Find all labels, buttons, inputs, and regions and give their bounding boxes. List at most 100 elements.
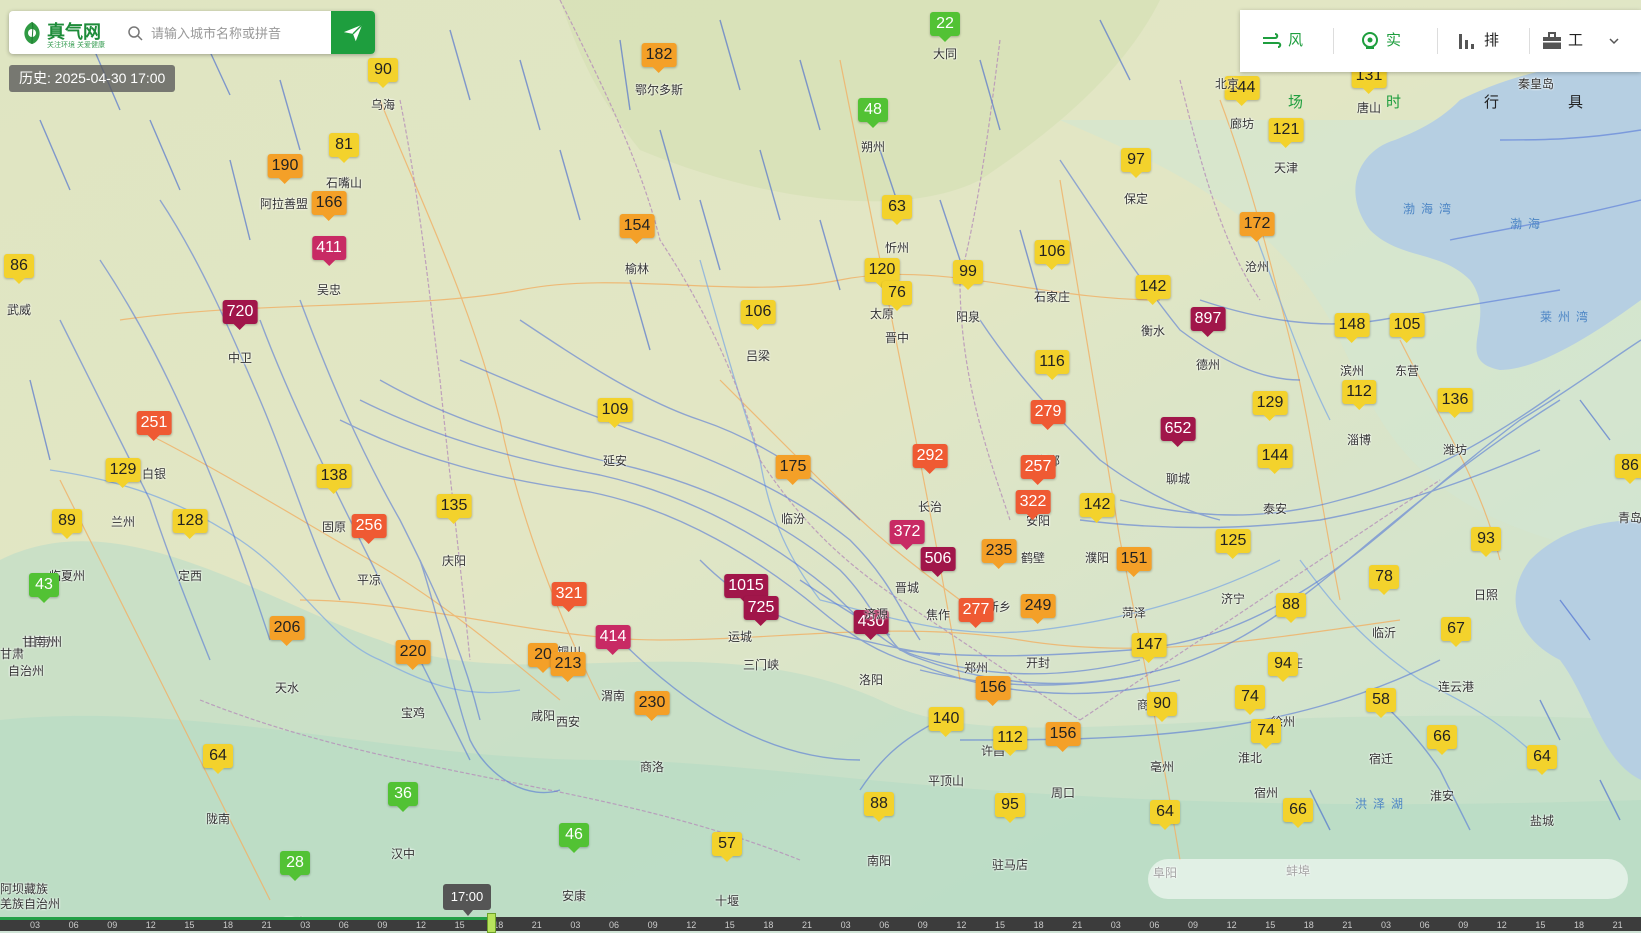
aqi-value-badge[interactable]: 142	[1135, 275, 1171, 305]
aqi-marker[interactable]: 66	[1283, 798, 1313, 828]
aqi-value-badge[interactable]: 142	[1079, 493, 1115, 523]
aqi-value-badge[interactable]: 109	[597, 398, 633, 428]
aqi-marker[interactable]: 414	[595, 625, 631, 655]
aqi-marker[interactable]: 138	[316, 464, 352, 494]
aqi-value-badge[interactable]: 74	[1235, 685, 1265, 715]
aqi-marker[interactable]: 106	[740, 300, 776, 330]
aqi-value-badge[interactable]: 147	[1131, 633, 1167, 663]
aqi-marker[interactable]: 142	[1079, 493, 1115, 523]
aqi-marker[interactable]: 235	[981, 539, 1017, 569]
aqi-value-badge[interactable]: 182	[641, 43, 677, 73]
aqi-marker[interactable]: 251	[136, 411, 172, 441]
aqi-marker[interactable]: 36	[388, 782, 418, 812]
aqi-value-badge[interactable]: 251	[136, 411, 172, 441]
aqi-marker[interactable]: 97	[1121, 148, 1151, 178]
aqi-value-badge[interactable]: 135	[436, 494, 472, 524]
aqi-value-badge[interactable]: 279	[1030, 400, 1066, 430]
aqi-value-badge[interactable]: 277	[958, 598, 994, 628]
aqi-marker[interactable]: 182	[641, 43, 677, 73]
aqi-value-badge[interactable]: 257	[1020, 455, 1056, 485]
aqi-marker[interactable]: 725	[743, 596, 779, 626]
aqi-value-badge[interactable]: 166	[311, 191, 347, 221]
aqi-marker[interactable]: 897	[1190, 307, 1226, 337]
aqi-value-badge[interactable]: 136	[1437, 388, 1473, 418]
aqi-value-badge[interactable]: 154	[619, 214, 655, 244]
aqi-value-badge[interactable]: 86	[1615, 454, 1641, 484]
aqi-value-badge[interactable]: 190	[267, 154, 303, 184]
aqi-marker[interactable]: 43	[29, 573, 59, 603]
aqi-marker[interactable]: 74	[1235, 685, 1265, 715]
aqi-value-badge[interactable]: 95	[995, 793, 1025, 823]
aqi-marker[interactable]: 76	[882, 281, 912, 311]
aqi-value-badge[interactable]: 48	[858, 98, 888, 128]
aqi-marker[interactable]: 125	[1215, 529, 1251, 559]
aqi-value-badge[interactable]: 74	[1251, 719, 1281, 749]
aqi-marker[interactable]: 322	[1015, 490, 1051, 520]
aqi-marker[interactable]: 136	[1437, 388, 1473, 418]
aqi-marker[interactable]: 90	[368, 58, 398, 88]
aqi-marker[interactable]: 88	[1276, 593, 1306, 623]
aqi-marker[interactable]: 144	[1257, 444, 1293, 474]
aqi-marker[interactable]: 256	[351, 514, 387, 544]
aqi-marker[interactable]: 140	[928, 707, 964, 737]
aqi-value-badge[interactable]: 116	[1035, 350, 1069, 380]
aqi-marker[interactable]: 22	[930, 12, 960, 42]
aqi-marker[interactable]: 190	[267, 154, 303, 184]
aqi-marker[interactable]: 151	[1116, 547, 1152, 577]
aqi-marker[interactable]: 128	[172, 509, 208, 539]
aqi-value-badge[interactable]: 46	[559, 823, 589, 853]
aqi-marker[interactable]: 277	[958, 598, 994, 628]
aqi-value-badge[interactable]: 220	[395, 640, 431, 670]
aqi-value-badge[interactable]: 151	[1116, 547, 1152, 577]
aqi-marker[interactable]: 48	[858, 98, 888, 128]
aqi-marker[interactable]: 411	[312, 236, 346, 266]
aqi-value-badge[interactable]: 99	[953, 260, 983, 290]
aqi-value-badge[interactable]: 249	[1020, 594, 1056, 624]
aqi-value-badge[interactable]: 256	[351, 514, 387, 544]
timeline-handle[interactable]	[487, 913, 496, 933]
aqi-marker[interactable]: 279	[1030, 400, 1066, 430]
aqi-value-badge[interactable]: 43	[29, 573, 59, 603]
aqi-marker[interactable]: 292	[912, 444, 948, 474]
aqi-value-badge[interactable]: 230	[634, 691, 670, 721]
aqi-marker[interactable]: 321	[551, 582, 587, 612]
timeline[interactable]: 03 06 09 12 15 18 21 03 06 09 12 15 18 21 03 06 09 12 15 18…	[0, 917, 1641, 931]
aqi-marker[interactable]: 720	[222, 300, 258, 330]
aqi-marker[interactable]: 135	[436, 494, 472, 524]
aqi-value-badge[interactable]: 156	[1045, 722, 1081, 752]
aqi-value-badge[interactable]: 213	[550, 652, 586, 682]
aqi-value-badge[interactable]: 156	[975, 676, 1011, 706]
aqi-marker[interactable]: 78	[1369, 565, 1399, 595]
aqi-marker[interactable]: 120	[864, 258, 900, 288]
aqi-marker[interactable]: 166	[311, 191, 347, 221]
aqi-marker[interactable]: 148	[1334, 313, 1370, 343]
aqi-value-badge[interactable]: 66	[1427, 725, 1457, 755]
aqi-marker[interactable]: 106	[1034, 240, 1070, 270]
aqi-value-badge[interactable]: 125	[1215, 529, 1251, 559]
aqi-value-badge[interactable]: 78	[1369, 565, 1399, 595]
aqi-marker[interactable]: 156	[1045, 722, 1081, 752]
aqi-value-badge[interactable]: 66	[1283, 798, 1313, 828]
aqi-value-badge[interactable]: 86	[4, 254, 34, 284]
aqi-value-badge[interactable]: 97	[1121, 148, 1151, 178]
search-input[interactable]	[149, 21, 331, 45]
aqi-marker[interactable]: 64	[203, 744, 233, 774]
search-button[interactable]	[331, 11, 375, 54]
aqi-marker[interactable]: 213	[550, 652, 586, 682]
aqi-value-badge[interactable]: 105	[1389, 313, 1425, 343]
aqi-marker[interactable]: 154	[619, 214, 655, 244]
aqi-marker[interactable]: 230	[634, 691, 670, 721]
aqi-marker[interactable]: 28	[280, 851, 310, 881]
aqi-value-badge[interactable]: 322	[1015, 490, 1051, 520]
aqi-marker[interactable]: 652	[1160, 417, 1196, 447]
aqi-marker[interactable]: 1015	[724, 574, 768, 604]
aqi-value-badge[interactable]: 128	[172, 509, 208, 539]
aqi-value-badge[interactable]: 172	[1239, 212, 1275, 242]
aqi-value-badge[interactable]: 140	[928, 707, 964, 737]
aqi-value-badge[interactable]: 67	[1441, 617, 1471, 647]
aqi-marker[interactable]: 372	[889, 520, 925, 550]
aqi-marker[interactable]: 112	[993, 726, 1027, 756]
aqi-marker[interactable]: 89	[52, 509, 82, 539]
aqi-marker[interactable]: 147	[1131, 633, 1167, 663]
aqi-marker[interactable]: 175	[775, 455, 811, 485]
